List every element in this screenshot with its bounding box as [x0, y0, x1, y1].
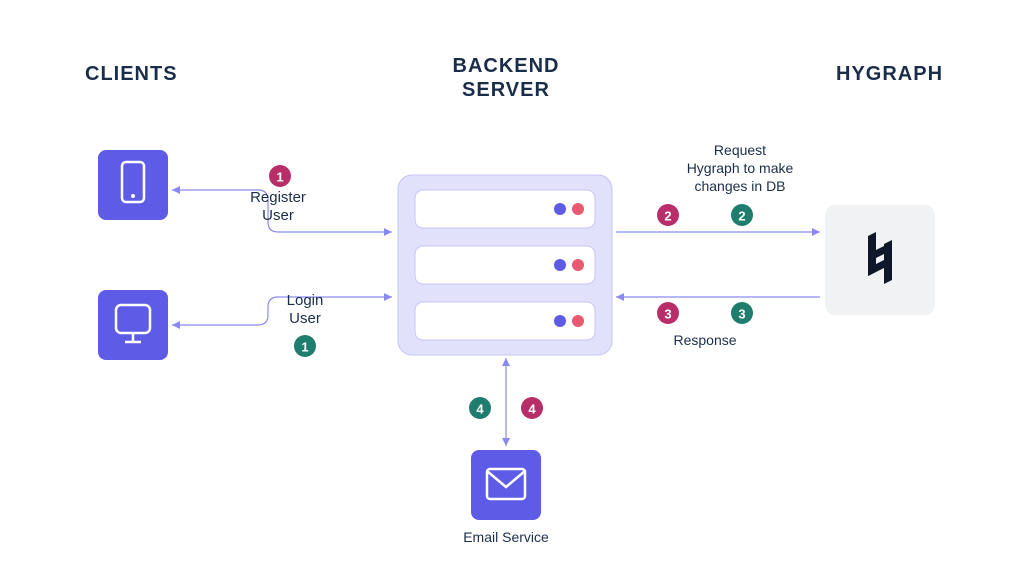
backend-server — [398, 175, 612, 355]
client-desktop — [98, 290, 168, 360]
svg-text:Hygraph to make: Hygraph to make — [687, 160, 794, 176]
step-request: Request Hygraph to make changes in DB 2 … — [657, 142, 794, 226]
svg-text:1: 1 — [301, 340, 308, 355]
svg-text:changes in DB: changes in DB — [694, 178, 785, 194]
svg-text:4: 4 — [528, 402, 536, 417]
email-service-label: Email Service — [463, 529, 549, 545]
server-row-1 — [415, 190, 595, 228]
svg-text:User: User — [262, 207, 294, 224]
heading-clients: CLIENTS — [85, 63, 178, 85]
step-response: 3 3 Response — [657, 302, 753, 348]
email-service: Email Service — [463, 450, 549, 545]
svg-text:Login: Login — [287, 292, 324, 309]
step-register: 1 Register User — [250, 165, 306, 224]
svg-text:User: User — [289, 310, 321, 327]
svg-text:3: 3 — [664, 307, 671, 322]
flow-login — [172, 297, 392, 325]
heading-backend-line1: BACKEND — [453, 55, 560, 77]
svg-text:Request: Request — [714, 142, 766, 158]
server-row-2 — [415, 246, 595, 284]
svg-text:4: 4 — [476, 402, 484, 417]
svg-text:3: 3 — [738, 307, 745, 322]
heading-backend-line2: SERVER — [462, 79, 550, 101]
hygraph-box — [825, 205, 935, 315]
svg-text:2: 2 — [664, 209, 671, 224]
svg-text:1: 1 — [276, 170, 283, 185]
client-mobile — [98, 150, 168, 220]
svg-text:Response: Response — [673, 332, 736, 348]
svg-text:Register: Register — [250, 189, 306, 206]
server-row-3 — [415, 302, 595, 340]
architecture-diagram: CLIENTS BACKEND SERVER HYGRAPH — [0, 0, 1024, 576]
svg-text:2: 2 — [738, 209, 745, 224]
step-login: Login User 1 — [287, 292, 324, 357]
heading-hygraph: HYGRAPH — [836, 63, 943, 85]
